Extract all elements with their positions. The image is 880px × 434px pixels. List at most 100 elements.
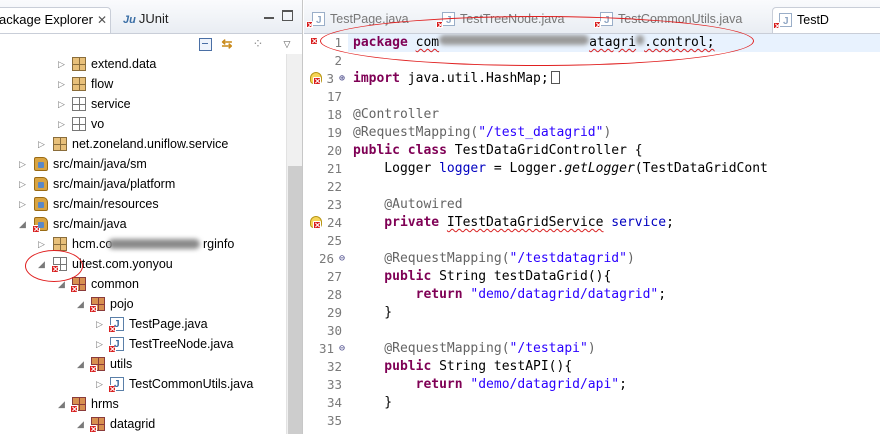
editor-tab-active[interactable]: TestD [772, 7, 880, 34]
error-icon [306, 21, 313, 28]
tree-item-label: src/main/java [53, 217, 127, 231]
code-text: String testDataGrid(){ [431, 269, 612, 284]
code-annotation: ) [626, 251, 635, 266]
tree-item[interactable]: ◢ src/main/java [0, 214, 287, 234]
collapse-arrow-icon[interactable]: ◢ [58, 394, 68, 414]
code-line: Logger logger = Logger.getLogger(TestDat… [353, 160, 768, 178]
package-icon [89, 297, 105, 313]
tree-item[interactable]: ▷ src/main/java/sm [0, 154, 287, 174]
line-number: 34 [326, 395, 342, 410]
maximize-icon[interactable] [282, 10, 293, 21]
package-explorer-view: ackage Explorer ✕ Ju JUnit ⇆ ⁘ ▽ ▷ extend.… [0, 0, 303, 434]
expand-arrow-icon[interactable]: ▷ [58, 114, 68, 134]
java-file-icon [108, 315, 124, 335]
line-number: 22 [326, 179, 342, 194]
code-text: ; [619, 377, 627, 392]
scrollbar-thumb[interactable] [288, 166, 302, 434]
expand-arrow-icon[interactable]: ▷ [96, 314, 106, 334]
collapse-arrow-icon[interactable]: ◢ [19, 214, 29, 234]
tree-item-label: net.zoneland.uniflow.service [72, 137, 229, 151]
fold-collapse-icon[interactable]: ⊖ [339, 250, 345, 268]
expand-arrow-icon[interactable]: ▷ [19, 154, 29, 174]
code-type-error: ITestDataGridService [446, 215, 604, 230]
tab-junit[interactable]: Ju JUnit [123, 7, 183, 33]
code-string: "demo/datagrid/api" [470, 377, 620, 392]
tree-item-label: hcm.co [72, 237, 113, 251]
view-menu-icon[interactable]: ▽ [279, 36, 295, 52]
tree-item[interactable]: ▷ src/main/resources [0, 194, 287, 214]
package-explorer-tabbar: ackage Explorer ✕ Ju JUnit [0, 0, 302, 34]
expand-arrow-icon[interactable]: ▷ [58, 54, 68, 74]
quickfix-bulb-icon[interactable] [310, 72, 322, 85]
tree-item[interactable]: ▷ service [0, 94, 287, 114]
collapse-arrow-icon[interactable]: ◢ [77, 294, 87, 314]
tree-item[interactable]: ▷ TestCommonUtils.java [0, 374, 287, 395]
error-icon [773, 22, 780, 29]
view-options-icon[interactable]: ⁘ [250, 36, 266, 52]
line-number: 21 [326, 161, 342, 176]
expand-arrow-icon[interactable]: ▷ [58, 94, 68, 114]
package-icon [72, 97, 86, 111]
quickfix-bulb-icon[interactable] [310, 216, 322, 229]
tree-item-label: flow [91, 77, 114, 91]
tree-item[interactable]: ▷ net.zoneland.uniflow.service [0, 134, 287, 154]
code-annotation: @RequestMapping( [353, 341, 510, 356]
code-keyword: return [353, 377, 463, 392]
tree-item[interactable]: ◢ pojo [0, 294, 287, 314]
code-text: java.util.HashMap; [399, 71, 549, 86]
tree-item[interactable]: ▷ src/main/java/platform [0, 174, 287, 194]
code-annotation: ) [603, 125, 612, 140]
line-number-gutter: 1 2 3 ⊕ 17 18 19 20 21 22 23 24 25 26 ⊖ … [304, 34, 348, 434]
close-icon[interactable]: ✕ [97, 13, 107, 27]
fold-expand-icon[interactable]: ⊕ [339, 70, 345, 88]
tree-item[interactable]: ▷ extend.data [0, 54, 287, 74]
fold-collapse-icon[interactable]: ⊖ [339, 340, 345, 358]
tree-item[interactable]: ◢ utils [0, 354, 287, 374]
package-icon [72, 57, 86, 71]
source-folder-icon [34, 157, 48, 171]
source-folder-icon [34, 177, 48, 191]
link-with-editor-icon[interactable]: ⇆ [219, 36, 235, 52]
tab-package-explorer[interactable]: ackage Explorer ✕ [0, 7, 111, 33]
code-field: logger [439, 161, 487, 176]
code-line: public class TestDataGridController { [353, 142, 643, 160]
redaction-blur [108, 239, 200, 249]
folded-code-marker[interactable] [550, 71, 560, 84]
tree-item[interactable]: ◢ datagrid [0, 414, 287, 434]
minimize-icon[interactable] [262, 10, 276, 22]
expand-arrow-icon[interactable]: ▷ [96, 374, 106, 394]
java-file-icon [779, 10, 792, 34]
expand-arrow-icon[interactable]: ▷ [96, 334, 106, 354]
code-field: service [611, 215, 667, 230]
code-area[interactable]: package com atagri .control; import java.u… [353, 34, 880, 434]
annotation-circle-package [320, 16, 754, 66]
collapse-arrow-icon[interactable]: ◢ [77, 354, 87, 374]
source-folder-icon [32, 217, 48, 233]
tree-item[interactable]: ▷ TestPage.java [0, 314, 287, 335]
java-file-icon [108, 375, 124, 395]
collapse-arrow-icon[interactable]: ◢ [77, 414, 87, 434]
annotation-circle-uitest [25, 250, 83, 282]
expand-arrow-icon[interactable]: ▷ [38, 134, 48, 154]
code-line: public String testDataGrid(){ [353, 268, 611, 286]
tree-item-label: pojo [110, 297, 134, 311]
tree-scrollbar[interactable] [286, 54, 302, 434]
code-string: "demo/datagrid/datagrid" [470, 287, 659, 302]
expand-arrow-icon[interactable]: ▷ [58, 74, 68, 94]
package-icon [70, 397, 86, 413]
code-text: ; [666, 215, 674, 230]
tree-item[interactable]: ▷ flow [0, 74, 287, 94]
tree-item[interactable]: ◢ hrms [0, 394, 287, 414]
tree-item-label: src/main/java/platform [53, 177, 176, 191]
tree-item[interactable]: ▷ vo [0, 114, 287, 134]
package-explorer-toolbar: ⇆ ⁘ ▽ [0, 34, 302, 54]
expand-arrow-icon[interactable]: ▷ [19, 194, 29, 214]
line-number: 3 [326, 71, 334, 86]
code-text: TestDataGridController { [446, 143, 643, 158]
tree-item[interactable]: ▷ TestTreeNode.java [0, 334, 287, 355]
collapse-all-icon[interactable] [197, 36, 213, 52]
code-line: public String testAPI(){ [353, 358, 572, 376]
expand-arrow-icon[interactable]: ▷ [19, 174, 29, 194]
code-line: import java.util.HashMap; [353, 70, 560, 88]
code-string: "/test_datagrid" [478, 125, 604, 140]
